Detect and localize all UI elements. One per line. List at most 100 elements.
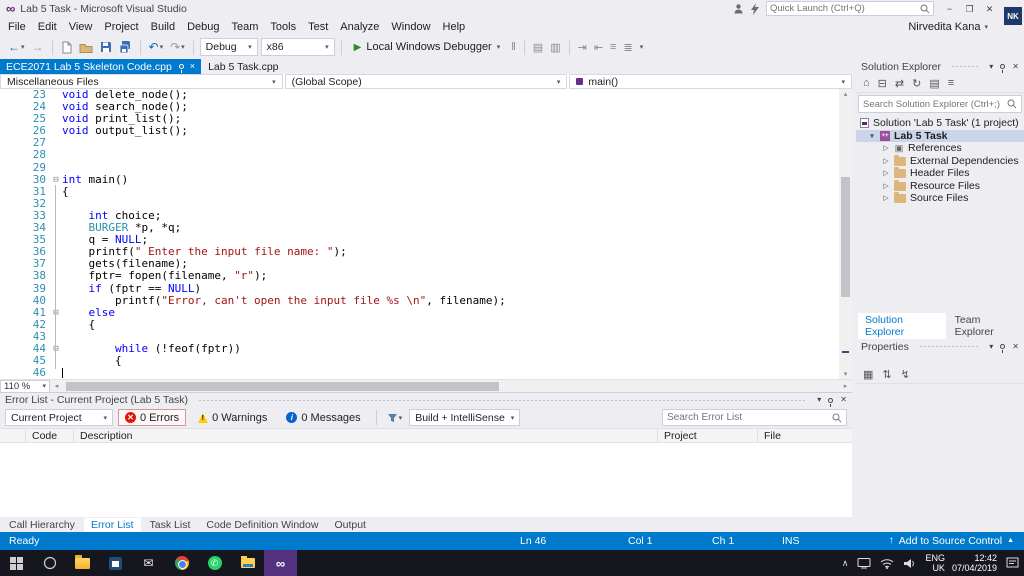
breakpoint-margin[interactable]	[0, 137, 16, 149]
window-menu-icon[interactable]: ▾	[989, 62, 993, 72]
properties-icon[interactable]: ≡	[948, 77, 954, 89]
column-header-project[interactable]: Project	[658, 429, 758, 442]
menu-item-help[interactable]: Help	[437, 19, 472, 35]
code-line[interactable]: 45 {	[0, 354, 839, 367]
language-indicator[interactable]: ENG UK	[925, 553, 945, 573]
notifications-icon[interactable]	[751, 2, 759, 15]
error-list-search-input[interactable]	[667, 412, 829, 423]
close-icon[interactable]: ✕	[840, 395, 847, 405]
save-button[interactable]	[98, 37, 114, 57]
close-icon[interactable]: ✕	[1012, 62, 1019, 72]
breakpoint-margin[interactable]	[0, 307, 16, 319]
start-button[interactable]	[0, 550, 33, 576]
menu-item-view[interactable]: View	[63, 19, 99, 35]
chrome-button[interactable]	[165, 550, 198, 576]
new-file-button[interactable]	[59, 37, 74, 57]
solution-platform-dropdown[interactable]: x86 ▾	[260, 38, 335, 56]
error-source-dropdown[interactable]: Build + IntelliSense ▾	[409, 409, 521, 426]
action-center-icon[interactable]	[1006, 557, 1019, 569]
code-line[interactable]: 27	[0, 137, 839, 149]
code-area[interactable]: 23 void delete_node(); 24 void search_node(…	[0, 89, 839, 379]
uncomment-icon[interactable]: ≣	[621, 37, 634, 57]
panel-grip[interactable]	[950, 64, 980, 69]
save-all-button[interactable]	[117, 37, 134, 57]
minimize-button[interactable]: −	[941, 2, 958, 16]
chevron-collapsed-icon[interactable]: ▷	[882, 194, 890, 202]
parameter-info-icon[interactable]: ▥	[548, 37, 562, 57]
menu-item-edit[interactable]: Edit	[32, 19, 63, 35]
error-list-search-box[interactable]	[662, 409, 847, 426]
start-debugging-button[interactable]: ▶ Local Windows Debugger ▾	[348, 37, 507, 57]
scrollbar-thumb[interactable]	[841, 177, 850, 297]
code-line[interactable]: 26 void output_list();	[0, 125, 839, 137]
window-menu-icon[interactable]: ▾	[817, 395, 821, 405]
menu-item-test[interactable]: Test	[302, 19, 334, 35]
maximize-button[interactable]: ❐	[961, 2, 978, 16]
scrollbar-thumb[interactable]	[66, 381, 500, 391]
document-tab[interactable]: ECE2071 Lab 5 Skeleton Code.cpp ×	[0, 59, 202, 74]
pin-icon[interactable]	[828, 397, 834, 407]
status-character-number[interactable]: Ch 1	[712, 532, 734, 550]
editor-vertical-scrollbar[interactable]: ▴ ▾	[839, 89, 852, 379]
solution-explorer-search-input[interactable]	[863, 98, 1004, 110]
quick-launch-input[interactable]	[770, 3, 917, 14]
user-avatar-badge[interactable]: NK	[1004, 7, 1022, 25]
code-line[interactable]: 31{	[0, 185, 839, 198]
errors-filter-button[interactable]: ✕ 0 Errors	[118, 409, 187, 426]
feedback-icon[interactable]	[733, 3, 744, 14]
breakpoint-margin[interactable]	[0, 210, 16, 222]
outdent-icon[interactable]: ⇤	[592, 37, 605, 57]
messages-filter-button[interactable]: i 0 Messages	[279, 409, 367, 426]
pin-icon[interactable]	[1000, 64, 1006, 73]
warnings-filter-button[interactable]: 0 Warnings	[191, 409, 274, 426]
breakpoint-margin[interactable]	[0, 343, 16, 355]
member-dropdown[interactable]: main() ▾	[569, 74, 853, 89]
breakpoint-margin[interactable]	[0, 270, 16, 282]
chevron-expanded-icon[interactable]: ▾	[868, 132, 876, 140]
open-file-button[interactable]	[77, 37, 95, 57]
code-line[interactable]: 41⊟ else	[0, 306, 839, 319]
visual-studio-taskbar-button[interactable]: ∞	[264, 550, 297, 576]
tree-item-solution[interactable]: Solution 'Lab 5 Task' (1 project)	[856, 117, 1024, 130]
column-header-description[interactable]: Description	[74, 429, 658, 442]
tree-item-references[interactable]: ▷ ▣ References	[856, 142, 1024, 155]
files-app-button[interactable]	[231, 550, 264, 576]
alphabetical-sort-icon[interactable]: ⇅	[882, 368, 891, 381]
chevron-collapsed-icon[interactable]: ▷	[882, 169, 890, 177]
panel-tab-code-definition-window[interactable]: Code Definition Window	[199, 518, 325, 532]
menu-item-build[interactable]: Build	[145, 19, 181, 35]
events-icon[interactable]: ↯	[901, 368, 910, 381]
breakpoint-margin[interactable]	[0, 331, 16, 343]
attach-to-process-icon[interactable]: ‖	[509, 37, 518, 57]
scroll-down-icon[interactable]: ▾	[839, 370, 852, 378]
wifi-icon[interactable]	[880, 558, 894, 569]
redo-button[interactable]: ↷ ▾	[168, 37, 187, 57]
breakpoint-margin[interactable]	[0, 186, 16, 198]
panel-grip[interactable]	[918, 344, 980, 349]
volume-icon[interactable]	[903, 558, 916, 569]
collapse-all-icon[interactable]: ⊟	[878, 77, 887, 90]
code-line[interactable]: 44⊟ while (!feof(fptr))	[0, 342, 839, 355]
breakpoint-margin[interactable]	[0, 125, 16, 137]
document-tab[interactable]: Lab 5 Task.cpp	[202, 59, 284, 74]
breakpoint-margin[interactable]	[0, 234, 16, 246]
chevron-collapsed-icon[interactable]: ▷	[882, 157, 890, 165]
categorized-icon[interactable]: ▦	[863, 368, 873, 381]
scroll-up-icon[interactable]: ▴	[839, 90, 852, 98]
fold-collapse-icon[interactable]: ⊟	[50, 174, 62, 186]
panel-tab-task-list[interactable]: Task List	[143, 518, 198, 532]
refresh-icon[interactable]: ↻	[912, 77, 921, 90]
breakpoint-margin[interactable]	[0, 89, 16, 101]
solution-explorer-search-box[interactable]	[858, 95, 1022, 113]
menu-item-file[interactable]: File	[2, 19, 32, 35]
pin-icon[interactable]	[178, 64, 184, 73]
panel-tab-output[interactable]: Output	[327, 518, 373, 532]
show-all-files-icon[interactable]: ▤	[929, 77, 939, 90]
file-explorer-button[interactable]	[66, 550, 99, 576]
code-line[interactable]: 28	[0, 149, 839, 161]
mail-app-button[interactable]: ✉	[132, 550, 165, 576]
panel-tab-call-hierarchy[interactable]: Call Hierarchy	[2, 518, 82, 532]
project-dropdown[interactable]: Miscellaneous Files ▾	[0, 74, 283, 89]
quick-launch-box[interactable]	[766, 1, 934, 16]
navigate-forward-button[interactable]: →	[30, 37, 46, 57]
